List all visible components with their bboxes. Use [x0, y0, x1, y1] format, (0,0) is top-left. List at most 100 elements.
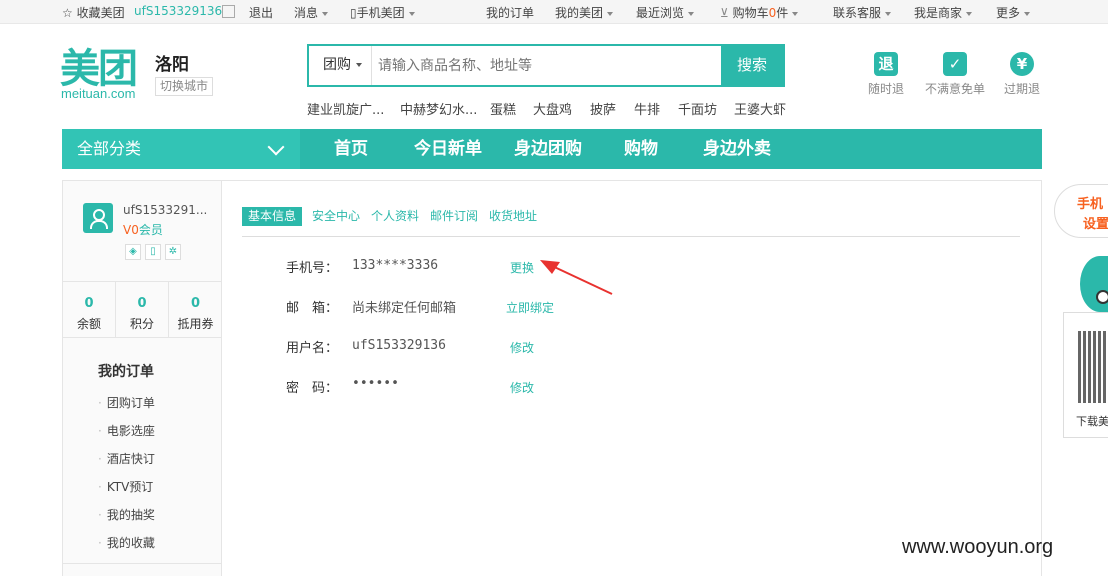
promise-expired-refund[interactable]: ¥ 过期退 [1004, 52, 1040, 97]
stat-value: 0 [84, 296, 94, 311]
edit-password-link[interactable]: 修改 [510, 379, 534, 396]
level-text: 会员 [138, 223, 163, 237]
hotword-link[interactable]: 披萨 [590, 99, 616, 118]
logout-link[interactable]: 退出 [249, 4, 273, 21]
sidebar-username[interactable]: ufS1533291... [123, 203, 207, 217]
qr-caption: 下载美 [1076, 415, 1108, 428]
stat-points[interactable]: 0 积分 [116, 282, 169, 338]
recent-menu[interactable]: 最近浏览 [636, 4, 695, 21]
hotword-link[interactable]: 中赫梦幻水... [400, 99, 477, 118]
promise-free-if-unsatisfied[interactable]: ✓ 不满意免单 [925, 52, 985, 97]
meituan-logo[interactable]: 美团 meituan.com [60, 42, 148, 101]
hotword-link[interactable]: 千面坊 [678, 99, 717, 118]
stat-vouchers[interactable]: 0 抵用券 [169, 282, 222, 338]
my-meituan-menu[interactable]: 我的美团 [555, 4, 614, 21]
hotword-link[interactable]: 牛排 [634, 99, 660, 118]
phone-label: 手机号： [286, 261, 339, 276]
avatar[interactable] [83, 203, 113, 233]
sidebar-item-favorites[interactable]: 我的收藏 [98, 534, 155, 551]
hotword-link[interactable]: 大盘鸡 [533, 99, 572, 118]
sidebar-item-lottery[interactable]: 我的抽奖 [98, 506, 155, 523]
chevron-down-icon [885, 11, 892, 16]
mobile-settings-bubble[interactable]: 手机 设置 [1054, 184, 1108, 238]
favorite-link[interactable]: ☆ 收藏美团 [62, 4, 125, 21]
search-button[interactable]: 搜索 [721, 46, 783, 85]
phone-icon: ▯ [350, 6, 357, 20]
sidebar-item-movie-seats[interactable]: 电影选座 [98, 422, 155, 439]
stat-balance[interactable]: 0 余额 [63, 282, 116, 338]
my-orders-link[interactable]: 我的订单 [486, 4, 534, 21]
divider [63, 563, 221, 564]
menu-title-orders: 我的订单 [98, 364, 154, 380]
tab-security[interactable]: 安全中心 [312, 207, 360, 226]
email-value: 尚未绑定任何邮箱 [352, 301, 457, 316]
tab-address[interactable]: 收货地址 [489, 207, 537, 226]
bubble-line-2: 设置 [1083, 217, 1108, 232]
hotword-link[interactable]: 蛋糕 [490, 99, 516, 118]
user-sidebar: ufS1533291... V0会员 ◈ ▯ ✲ 0 余额 0 积分 0 抵用券 我的订单… [62, 180, 222, 576]
message-label: 消息 [294, 6, 319, 20]
promise-label: 过期退 [1004, 82, 1041, 96]
more-label: 更多 [996, 6, 1021, 20]
search-input[interactable] [373, 46, 721, 85]
nav-item-shopping[interactable]: 购物 [624, 129, 658, 169]
more-menu[interactable]: 更多 [996, 4, 1031, 21]
hotword-link[interactable]: 王婆大虾 [734, 99, 786, 118]
search-category-select[interactable]: 团购 [309, 46, 372, 85]
chevron-down-icon [688, 11, 695, 16]
edit-username-link[interactable]: 修改 [510, 339, 534, 356]
nav-item-today[interactable]: 今日新单 [414, 129, 482, 169]
nav-item-home[interactable]: 首页 [334, 129, 368, 169]
cart-icon: ⊻ [720, 6, 733, 20]
search-category-label: 团购 [323, 57, 351, 73]
username-link[interactable]: ufS153329136 [134, 4, 222, 18]
top-bar: ☆ 收藏美团 ufS153329136 退出 消息 ▯手机美团 我的订单 我的美… [0, 0, 1108, 24]
gear-icon[interactable]: ✲ [165, 244, 181, 260]
tab-email-subscribe[interactable]: 邮件订阅 [430, 207, 478, 226]
main-nav: 全部分类 首页 今日新单 身边团购 购物 身边外卖 [62, 129, 1042, 169]
phone-icon[interactable]: ▯ [145, 244, 161, 260]
service-menu[interactable]: 联系客服 [833, 4, 892, 21]
chevron-down-icon [408, 11, 415, 16]
shield-icon[interactable]: ◈ [125, 244, 141, 260]
level-code: V0 [123, 223, 139, 237]
watermark: www.wooyun.org [902, 536, 1054, 558]
phone-value: 133****3336 [352, 258, 439, 273]
security-icons: ◈ ▯ ✲ [125, 243, 185, 260]
bind-email-link[interactable]: 立即绑定 [506, 299, 554, 316]
member-level: V0会员 [123, 221, 163, 238]
cart-menu[interactable]: ⊻ 购物车0件 [720, 4, 799, 21]
mobile-menu[interactable]: ▯手机美团 [350, 4, 415, 21]
merchant-menu[interactable]: 我是商家 [914, 4, 973, 21]
app-qr-panel[interactable]: 下载美 [1063, 312, 1108, 438]
account-stats: 0 余额 0 积分 0 抵用券 [63, 281, 221, 338]
password-value: •••••• [352, 376, 399, 391]
message-menu[interactable]: 消息 [294, 4, 329, 21]
stat-label: 抵用券 [177, 317, 214, 331]
stat-value: 0 [190, 296, 201, 311]
stat-label: 余额 [76, 317, 101, 331]
service-label: 联系客服 [833, 6, 882, 20]
account-main-panel: 基本信息 安全中心 个人资料 邮件订阅 收货地址 手机号： 133****333… [222, 180, 1042, 576]
current-city: 洛阳 [155, 55, 189, 75]
qr-code-icon [1078, 331, 1108, 403]
sidebar-item-ktv[interactable]: KTV预订 [98, 478, 153, 495]
username-label: 用户名： [286, 341, 339, 356]
tab-basic-info[interactable]: 基本信息 [242, 207, 303, 226]
mobile-label: 手机美团 [356, 6, 405, 20]
hotword-link[interactable]: 建业凯旋广... [307, 99, 384, 118]
sidebar-item-hotel[interactable]: 酒店快订 [98, 450, 155, 467]
chevron-down-icon [322, 11, 329, 16]
all-categories-dropdown[interactable]: 全部分类 [62, 129, 300, 169]
refund-icon: 退 [874, 52, 898, 76]
tab-profile[interactable]: 个人资料 [371, 207, 419, 226]
promise-refund-anytime[interactable]: 退 随时退 [868, 52, 904, 97]
my-meituan-label: 我的美团 [555, 6, 604, 20]
message-image-icon [222, 5, 235, 18]
nav-item-takeout[interactable]: 身边外卖 [703, 129, 771, 169]
sidebar-item-deal-orders[interactable]: 团购订单 [98, 394, 155, 411]
nav-item-nearby-deals[interactable]: 身边团购 [514, 129, 582, 169]
switch-city-button[interactable]: 切换城市 [155, 77, 213, 96]
merchant-label: 我是商家 [914, 6, 963, 20]
bubble-line-1: 手机 [1077, 197, 1104, 212]
